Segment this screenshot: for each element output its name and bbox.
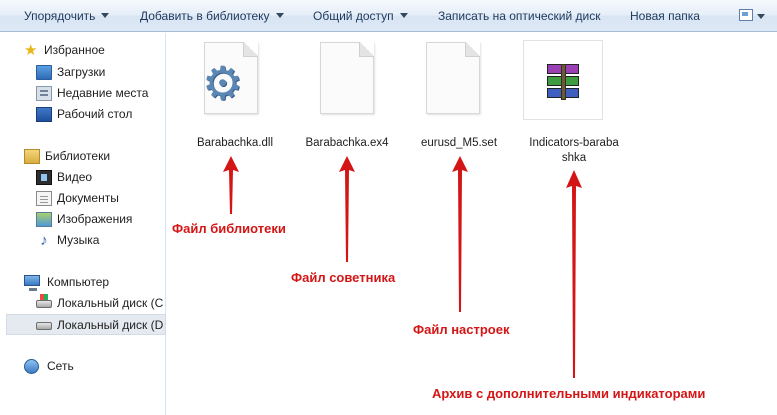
nav-item-video[interactable]: Видео	[36, 167, 164, 188]
file-name: Barabachka.dll	[196, 137, 274, 149]
nav-item-downloads[interactable]: Загрузки	[36, 62, 164, 83]
nav-item-disk-c[interactable]: Локальный диск (C	[36, 293, 166, 314]
nav-item-network[interactable]: Сеть	[24, 356, 164, 377]
file-name: Barabachka.ex4	[305, 137, 389, 149]
nav-label-network: Сеть	[47, 359, 74, 373]
nav-item-desktop[interactable]: Рабочий стол	[36, 104, 164, 125]
nav-item-images[interactable]: Изображения	[36, 209, 164, 230]
blank-file-icon	[426, 42, 480, 114]
annotation-advisor-file: Файл советника	[291, 270, 396, 285]
network-icon	[24, 359, 39, 374]
nav-label-documents: Документы	[57, 191, 119, 205]
nav-label-images: Изображения	[57, 212, 133, 226]
documents-icon	[36, 191, 52, 206]
burn-label: Записать на оптический диск	[438, 9, 601, 23]
chevron-down-icon	[275, 13, 284, 19]
nav-label-disk-d: Локальный диск (D	[57, 318, 164, 332]
new-folder-label: Новая папка	[630, 9, 700, 23]
desktop-icon	[36, 107, 52, 122]
star-icon: ★	[24, 42, 38, 59]
gear-icon: ⚙	[202, 57, 244, 109]
navigation-pane: ★ Избранное Загрузки Недавние места Рабо…	[0, 33, 166, 415]
nav-item-documents[interactable]: Документы	[36, 188, 164, 209]
chevron-down-icon	[399, 13, 408, 19]
file-item-ex4[interactable]: Barabachka.ex4	[292, 38, 402, 153]
share-button[interactable]: Общий доступ	[313, 0, 408, 32]
blank-file-icon	[320, 42, 374, 114]
nav-item-recent[interactable]: Недавние места	[36, 83, 164, 104]
command-bar: Упорядочить Добавить в библиотеку Общий …	[0, 0, 777, 32]
computer-icon	[24, 275, 40, 291]
nav-item-libraries[interactable]: Библиотеки	[24, 146, 164, 167]
libraries-icon	[24, 149, 40, 164]
nav-label-music: Музыка	[57, 233, 100, 247]
file-item-dll[interactable]: ⚙ Barabachka.dll	[180, 38, 290, 153]
arrow-settings	[452, 156, 468, 312]
music-icon: ♪	[40, 232, 48, 249]
nav-label-recent: Недавние места	[57, 86, 149, 100]
annotation-archive: Архив с дополнительными индикаторами	[432, 386, 706, 401]
add-to-library-button[interactable]: Добавить в библиотеку	[140, 0, 284, 32]
share-label: Общий доступ	[313, 9, 394, 23]
nav-item-favorites[interactable]: ★ Избранное	[24, 40, 164, 61]
nav-label-libraries: Библиотеки	[45, 149, 111, 163]
nav-item-disk-d[interactable]: Локальный диск (D	[6, 314, 166, 335]
file-name-line2: shka	[561, 152, 587, 164]
file-name-line1: Indicators-baraba	[529, 137, 619, 149]
recent-places-icon	[36, 86, 52, 101]
nav-label-video: Видео	[57, 170, 93, 184]
downloads-folder-icon	[36, 65, 52, 80]
new-folder-button[interactable]: Новая папка	[630, 0, 700, 32]
images-icon	[36, 212, 52, 227]
organize-button[interactable]: Упорядочить	[24, 0, 110, 32]
nav-label-downloads: Загрузки	[57, 65, 106, 79]
system-disk-icon	[36, 294, 52, 308]
arrow-advisor	[339, 156, 355, 262]
chevron-down-icon	[101, 13, 110, 19]
add-to-library-label: Добавить в библиотеку	[140, 9, 270, 23]
nav-label-computer: Компьютер	[47, 275, 110, 289]
nav-label-desktop: Рабочий стол	[57, 107, 133, 121]
organize-label: Упорядочить	[24, 9, 96, 23]
rar-archive-icon	[545, 64, 581, 100]
nav-item-computer[interactable]: Компьютер	[24, 272, 164, 293]
annotation-library-file: Файл библиотеки	[172, 221, 286, 236]
annotation-settings-file: Файл настроек	[413, 322, 510, 337]
arrow-archive	[566, 170, 582, 378]
chevron-down-icon[interactable]	[757, 14, 765, 19]
view-options-icon[interactable]	[739, 9, 753, 21]
disk-icon	[36, 322, 52, 330]
nav-label-disk-c: Локальный диск (C	[57, 296, 164, 310]
video-icon	[36, 170, 52, 185]
file-name: eurusd_M5.set	[420, 137, 498, 149]
arrow-library	[223, 156, 239, 214]
file-item-set[interactable]: eurusd_M5.set	[404, 38, 514, 153]
nav-label-favorites: Избранное	[44, 43, 105, 57]
file-item-archive[interactable]: Indicators-baraba shka	[514, 38, 634, 168]
nav-item-music[interactable]: ♪ Музыка	[36, 230, 164, 251]
burn-button[interactable]: Записать на оптический диск	[438, 0, 601, 32]
